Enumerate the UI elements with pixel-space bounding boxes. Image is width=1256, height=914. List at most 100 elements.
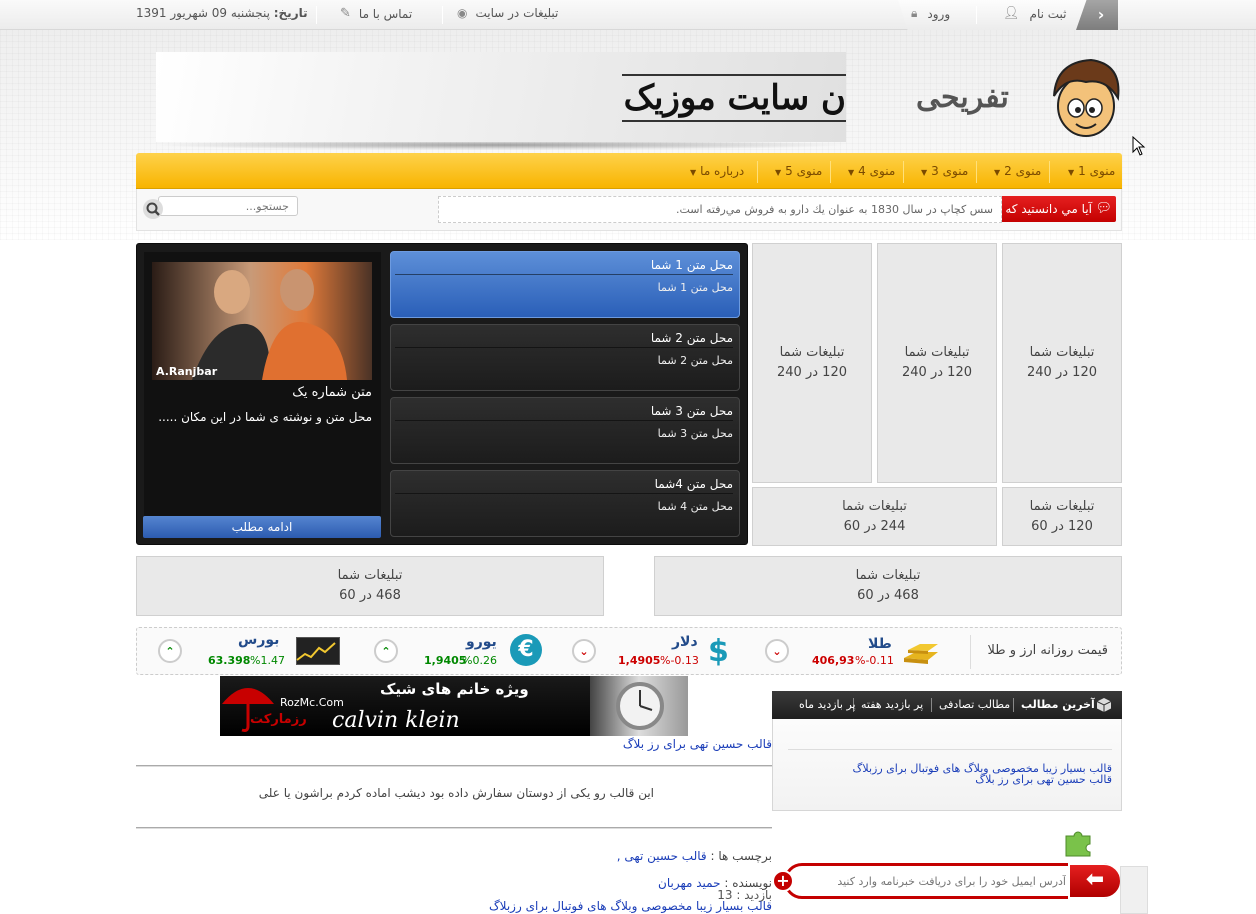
speech-bubble-icon: 💬︎ <box>1095 201 1112 216</box>
divider <box>442 6 443 24</box>
currency-label: قیمت روزانه ارز و طلا <box>987 643 1108 658</box>
author-link[interactable]: حمید مهربان <box>658 876 720 890</box>
gold-change: %-0.11 <box>855 654 894 667</box>
chevron-down-icon: ▼ <box>848 168 855 177</box>
divider <box>788 749 1112 750</box>
currency-bar <box>136 627 1122 675</box>
header-banner[interactable]: ن سایت موزیک <box>156 52 846 142</box>
login-link[interactable]: ورود 🔒︎ <box>911 6 950 21</box>
post-tags: برچسب ها : قالب حسین تهی , <box>617 849 772 863</box>
did-you-know-badge: 💬︎ آیا مي دانستيد كه <box>1000 196 1116 222</box>
search-input[interactable] <box>158 196 298 216</box>
banner-text: ن سایت موزیک <box>622 74 846 122</box>
sidebar-link-2[interactable]: قالب حسین تهی برای رز بلاگ <box>975 773 1112 786</box>
fact-ticker: سس كچاپ در سال 1830 به عنوان يك دارو به … <box>438 196 1002 223</box>
user-icon: 👤︎ <box>1003 6 1020 21</box>
euro-value: 1,9405 <box>424 654 467 667</box>
ad-box-468x60[interactable]: تبليغات شما 468 در 60 <box>136 556 604 616</box>
ads-link[interactable]: تبلیغات در سایت ◉ <box>457 6 558 20</box>
arrow-down-icon[interactable]: ⌄ <box>765 639 789 663</box>
menu-item-2[interactable]: منوی 2▼ <box>984 153 1051 189</box>
divider <box>976 6 977 24</box>
feature-photo[interactable]: A.Ranjbar <box>152 262 372 380</box>
bourse-change: %1.47 <box>250 654 285 667</box>
dollar-change: %-0.13 <box>660 654 699 667</box>
lock-icon: 🔒︎ <box>911 6 918 20</box>
chevron-down-icon: ▼ <box>921 168 928 177</box>
chevron-down-icon: ▼ <box>994 168 1001 177</box>
euro-change: %0.26 <box>462 654 497 667</box>
slider-item-1[interactable]: محل متن 1 شما محل متن 1 شما <box>390 251 740 318</box>
register-link[interactable]: ثبت نام 👤︎ <box>1003 6 1067 21</box>
slider-item-4[interactable]: محل متن 4شما محل متن 4 شما <box>390 470 740 537</box>
ad-box-120x240[interactable]: تبليغات شما 120 در 240 <box>752 243 872 483</box>
banner-slogan: calvin klein <box>332 708 460 733</box>
tab-week-popular[interactable]: پر بازدید هفته <box>856 691 928 719</box>
ad-box-468x60[interactable]: تبليغات شما 468 در 60 <box>654 556 1122 616</box>
gold-bars-icon <box>900 638 942 666</box>
tag-link[interactable]: قالب حسین تهی , <box>617 849 707 863</box>
ad-box-244x60[interactable]: تبليغات شما 244 در 60 <box>752 487 997 546</box>
logo-text: تفریحی <box>916 80 1009 115</box>
did-you-know-label: آیا مي دانستيد كه <box>1005 202 1092 216</box>
divider <box>136 827 772 829</box>
arrow-up-icon[interactable]: ⌃ <box>158 639 182 663</box>
ad-box-120x60[interactable]: تبليغات شما 120 در 60 <box>1002 487 1122 546</box>
date-label: تاریخ: <box>273 6 308 20</box>
arrow-down-icon[interactable]: ⌄ <box>572 639 596 663</box>
dollar-icon: $ <box>708 634 729 669</box>
divider <box>931 698 932 712</box>
divider <box>970 635 971 669</box>
plus-icon[interactable]: + <box>772 870 794 892</box>
menu-item-4[interactable]: منوی 4▼ <box>838 153 905 189</box>
bourse-value: 63.398 <box>208 654 251 667</box>
tab-random-posts[interactable]: مطالب تصادفی <box>934 691 1015 719</box>
stock-chart-icon <box>296 637 340 665</box>
puzzle-icon <box>1060 826 1100 858</box>
date-display: تاریخ: پنجشنبه 09 شهریور 1391 <box>136 6 308 20</box>
post-title-link[interactable]: قالب حسین تهی برای رز بلاگ <box>623 737 772 751</box>
newsletter-email-input[interactable] <box>800 868 1066 894</box>
date-value: پنجشنبه 09 شهریور 1391 <box>136 6 270 20</box>
chevron-down-icon: ▼ <box>690 168 697 177</box>
menu-item-about[interactable]: درباره ما▼ <box>680 153 754 189</box>
euro-name: یورو <box>466 634 497 650</box>
dollar-value: 1,4905 <box>618 654 661 667</box>
login-label: ورود <box>927 6 951 21</box>
post-body: این قالب رو یکی از دوستان سفارش داده بود… <box>258 786 654 800</box>
menu-item-3[interactable]: منوی 3▼ <box>911 153 978 189</box>
photo-caption: A.Ranjbar <box>156 365 218 378</box>
search-icon[interactable] <box>142 198 164 220</box>
menu-item-1[interactable]: منوی 1▼ <box>1058 153 1125 189</box>
tags-label: برچسب ها : <box>710 849 772 863</box>
gold-name: طلا <box>868 636 892 652</box>
next-post-link[interactable]: قالب بسیار زیبا مخصوصی وبلاگ های فوتبال … <box>489 899 772 913</box>
menu-item-5[interactable]: منوی 5▼ <box>765 153 832 189</box>
contact-label: تماس با ما <box>358 6 413 21</box>
menu-divider <box>757 161 758 183</box>
newsletter-submit-button[interactable]: ⬅︎ <box>1068 863 1122 899</box>
slider-item-2[interactable]: محل متن 2 شما محل متن 2 شما <box>390 324 740 391</box>
tab-month-popular[interactable]: پر بازدید ماه <box>794 691 861 719</box>
ad-box-120x240[interactable]: تبليغات شما 120 در 240 <box>1002 243 1122 483</box>
divider <box>136 765 772 767</box>
contact-link[interactable]: تماس با ما ✎ <box>340 6 412 21</box>
ads-label: تبلیغات در سایت <box>475 6 559 20</box>
euro-icon: € <box>510 634 542 666</box>
tab-latest-posts[interactable]: آخرین مطالب <box>1016 691 1100 719</box>
feature-photo-image <box>152 262 372 380</box>
eye-icon: ◉ <box>457 6 468 20</box>
arrow-up-icon[interactable]: ⌃ <box>374 639 398 663</box>
site-logo[interactable]: تفریحی <box>916 56 1122 142</box>
slider-item-3[interactable]: محل متن 3 شما محل متن 3 شما <box>390 397 740 464</box>
calvin-klein-banner[interactable]: RozMc.Com رزمارکت ویژه خانم های شیک calv… <box>220 676 688 736</box>
side-panel <box>1120 866 1148 914</box>
banner-brand-name: رزمارکت <box>250 712 307 727</box>
watch-image <box>590 676 688 736</box>
ad-box-120x240[interactable]: تبليغات شما 120 در 240 <box>877 243 997 483</box>
arrow-left-icon: ⬅︎ <box>1085 867 1105 892</box>
fact-text: سس كچاپ در سال 1830 به عنوان يك دارو به … <box>675 203 993 216</box>
gold-value: 406,93 <box>812 654 855 667</box>
read-more-button[interactable]: ادامه مطلب <box>143 516 381 538</box>
divider <box>316 6 317 24</box>
